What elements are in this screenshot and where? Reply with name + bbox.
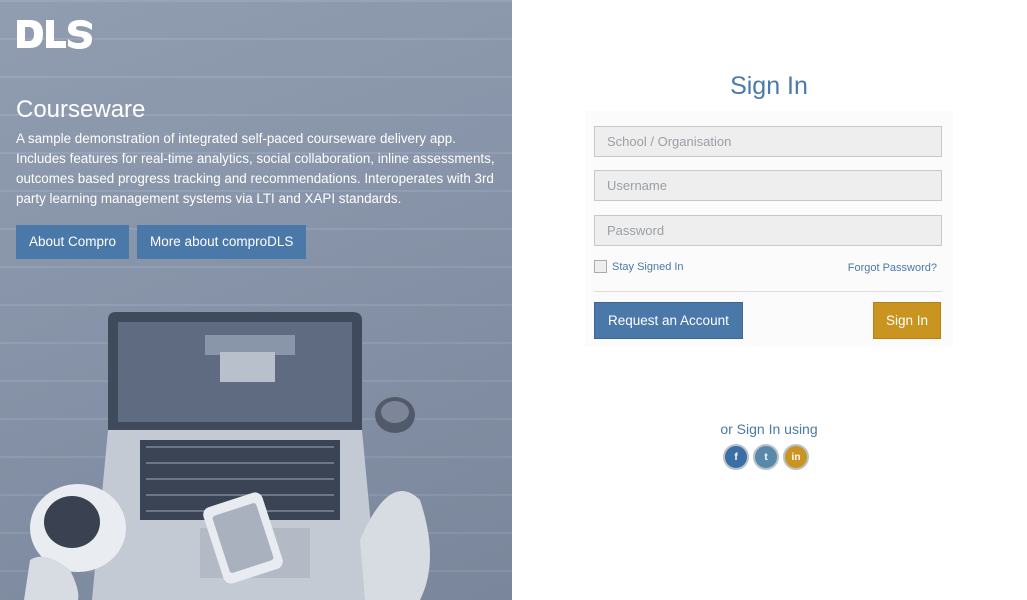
- hero-panel: Courseware A sample demonstration of int…: [0, 0, 512, 600]
- signin-title: Sign In: [730, 72, 808, 100]
- hero-title: Courseware: [16, 96, 146, 123]
- forgot-password-link[interactable]: Forgot Password?: [848, 262, 937, 274]
- about-compro-button[interactable]: About Compro: [16, 225, 130, 259]
- stay-signed-in[interactable]: Stay Signed In: [594, 260, 684, 273]
- signin-form: Stay Signed In Forgot Password? Request …: [585, 111, 953, 347]
- social-signin-label: or Sign In using: [720, 421, 818, 437]
- linkedin-icon[interactable]: in: [783, 444, 809, 470]
- request-account-button[interactable]: Request an Account: [594, 302, 743, 339]
- stay-signed-in-checkbox[interactable]: [594, 260, 607, 273]
- login-page: Courseware A sample demonstration of int…: [0, 0, 1027, 600]
- twitter-icon[interactable]: t: [753, 444, 779, 470]
- hero-buttons: About Compro More about comproDLS: [16, 225, 496, 259]
- more-about-comprodls-button[interactable]: More about comproDLS: [137, 225, 307, 259]
- facebook-icon[interactable]: f: [723, 444, 749, 470]
- school-organisation-input[interactable]: [594, 126, 942, 157]
- stay-signed-in-label: Stay Signed In: [612, 260, 684, 273]
- username-input[interactable]: [594, 170, 942, 201]
- hero-content: Courseware A sample demonstration of int…: [16, 18, 496, 259]
- password-input[interactable]: [594, 215, 942, 246]
- hero-description: A sample demonstration of integrated sel…: [16, 131, 495, 206]
- form-divider: [594, 291, 942, 292]
- sign-in-button[interactable]: Sign In: [873, 302, 941, 339]
- dls-logo: [17, 19, 92, 49]
- social-signin-icons: f t in: [723, 444, 809, 470]
